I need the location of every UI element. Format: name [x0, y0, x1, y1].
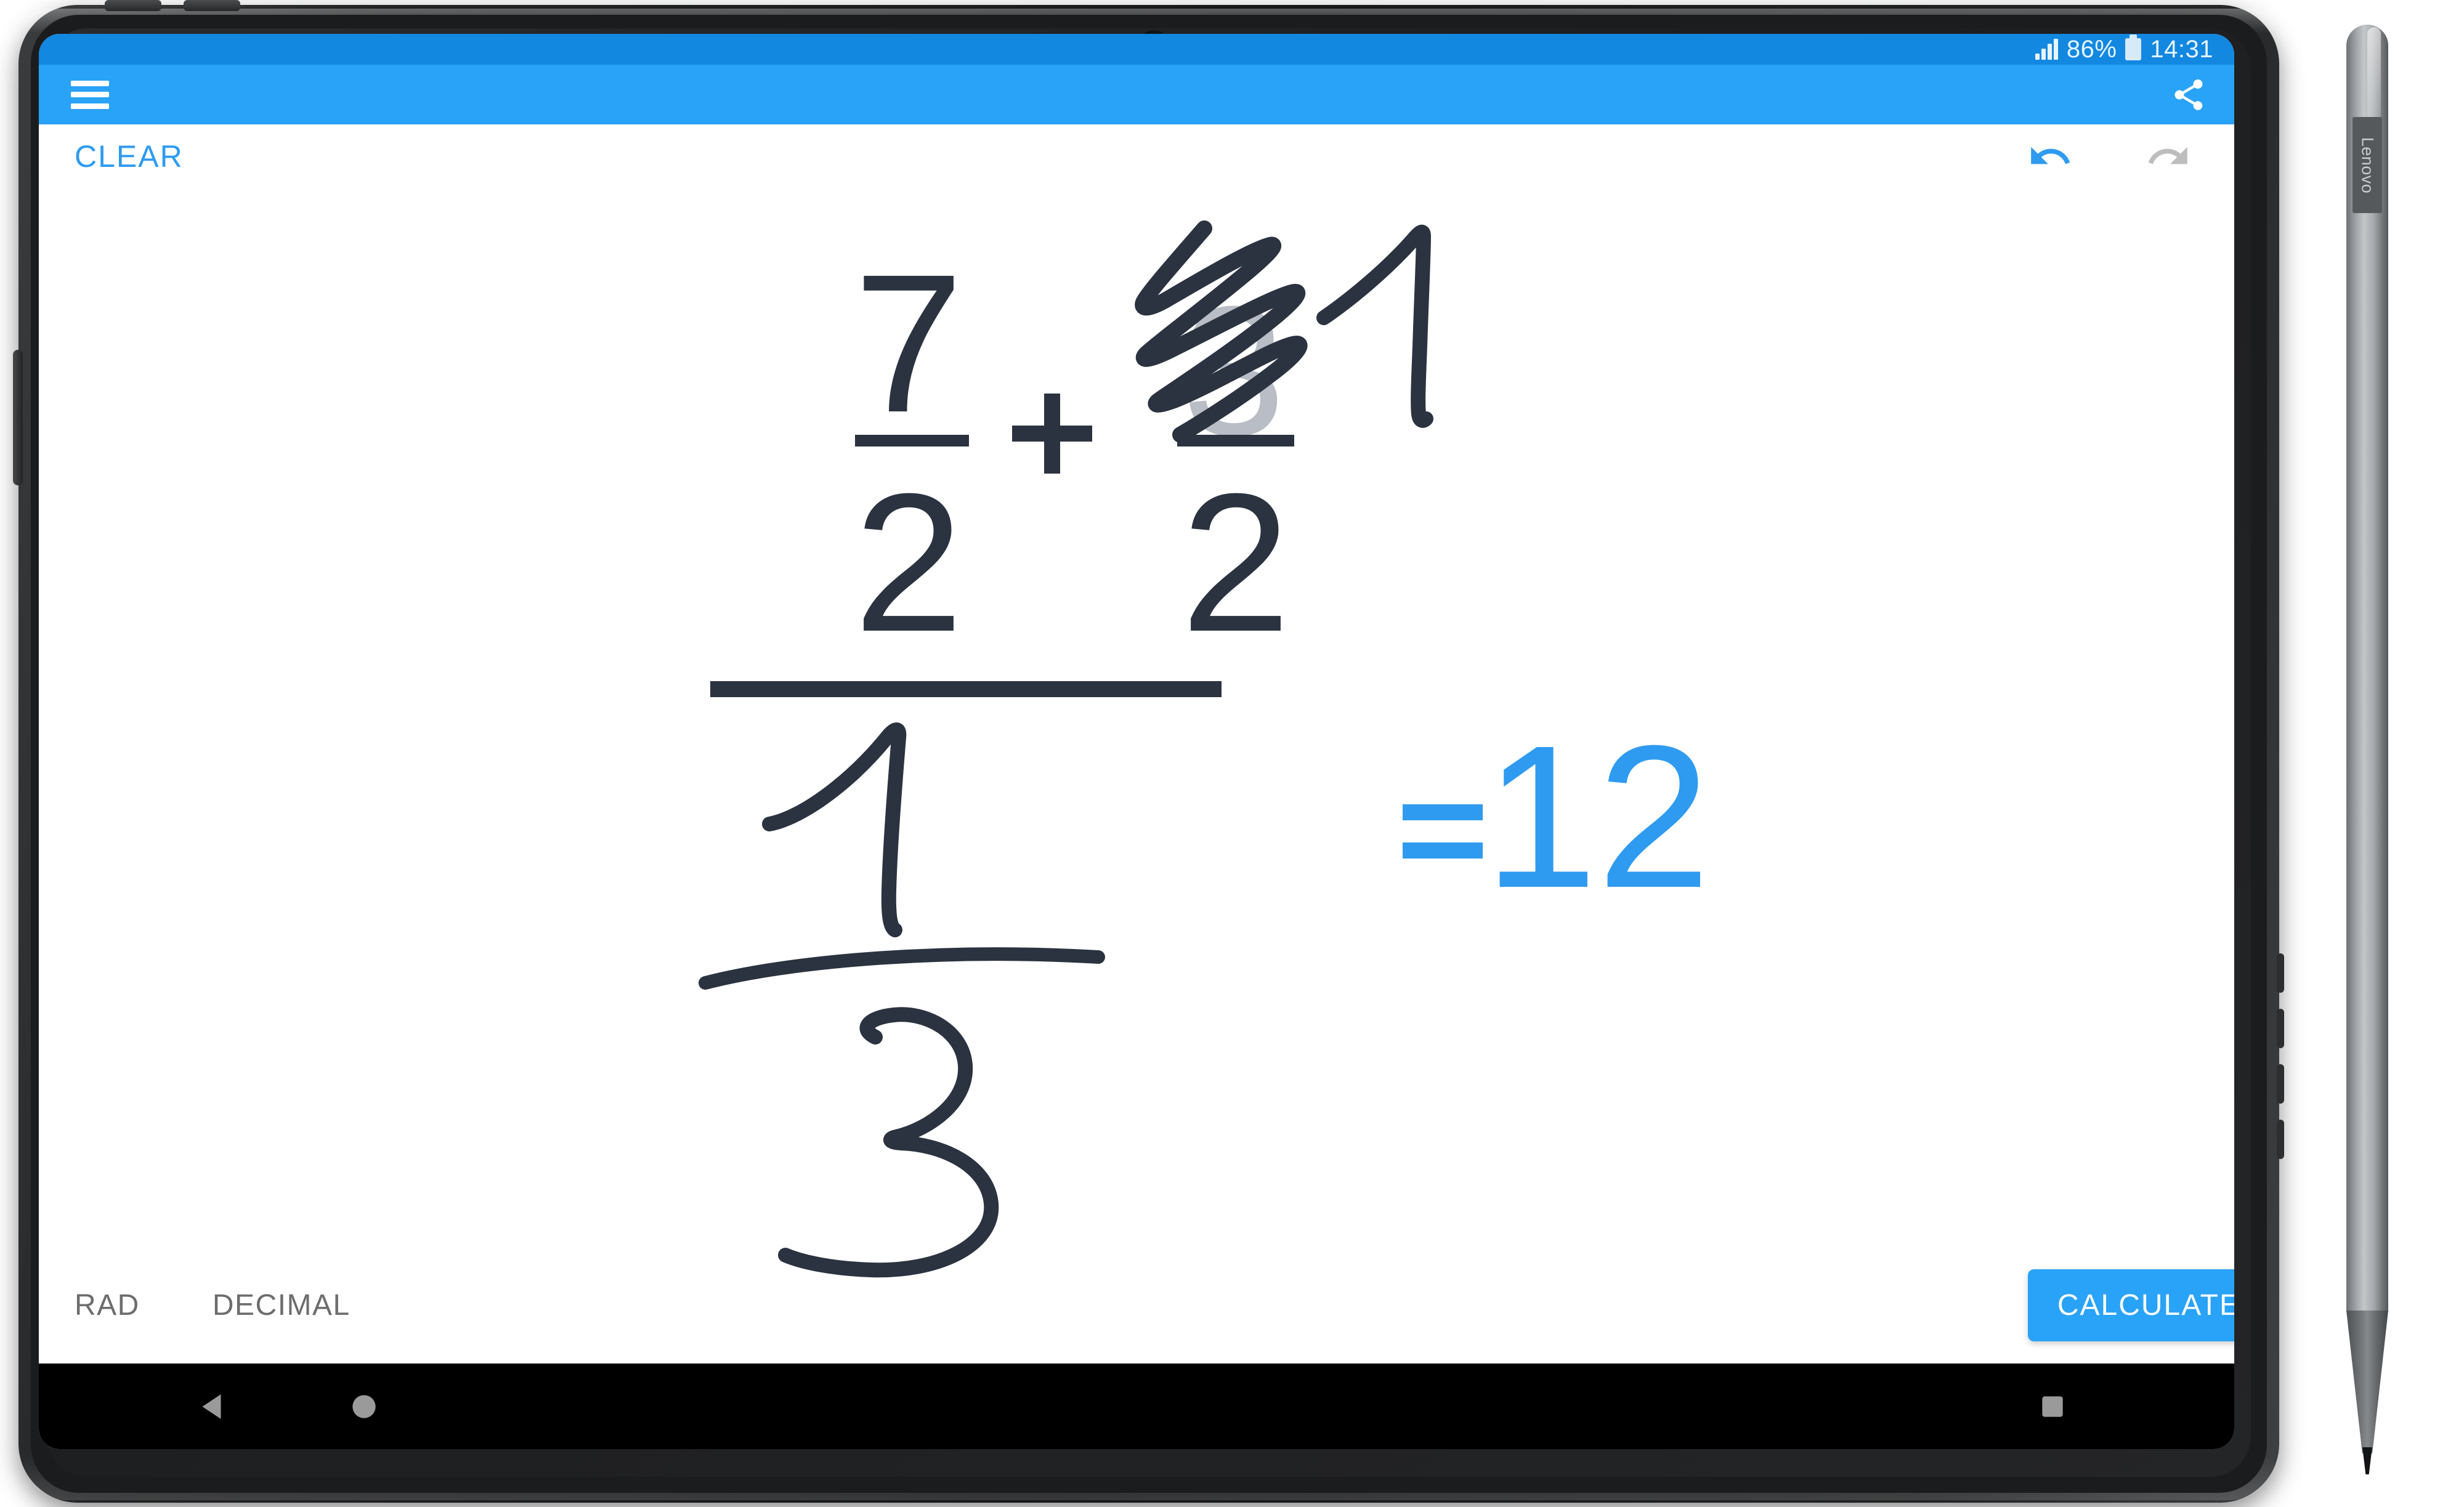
fraction-bar-right: [1177, 435, 1294, 446]
equals-bar-top: [1403, 804, 1483, 820]
tablet-device: 86% 14:31 CLEAR 3 7 2 2 12 RAD DECIMAL C…: [13, 0, 2284, 1503]
action-row: CLEAR: [39, 124, 2234, 188]
handwritten-fraction-line: [699, 947, 1105, 990]
battery-percent-label: 86%: [2066, 36, 2117, 63]
handwriting-canvas[interactable]: 3 7 2 2 12 RAD DECIMAL CALCULATE: [39, 188, 2234, 1364]
volume-button[interactable]: [184, 0, 240, 11]
back-triangle-icon[interactable]: [195, 1388, 232, 1425]
undo-redo-group: [2027, 134, 2202, 179]
share-icon[interactable]: [2170, 76, 2207, 113]
denominator-2-left: 2: [854, 452, 963, 673]
bottom-bar: RAD DECIMAL CALCULATE: [39, 1247, 2234, 1364]
battery-icon: [2125, 34, 2142, 60]
android-nav-bar: [39, 1364, 2234, 1449]
handwritten-digit-1-numerator: [1316, 224, 1433, 428]
speaker-vent: [2277, 1120, 2284, 1159]
signal-bars-icon: [2035, 39, 2058, 60]
plus-vertical: [1044, 394, 1060, 474]
numerator-7: 7: [854, 233, 963, 453]
stylus-brand-label: Lenovo: [2358, 137, 2377, 193]
recents-square-icon[interactable]: [2037, 1391, 2068, 1422]
speaker-vent: [2277, 1009, 2284, 1048]
mode-group: RAD DECIMAL: [75, 1288, 351, 1322]
math-expression-ink: 3 7 2 2 12: [699, 220, 1711, 1278]
undo-arrow-icon[interactable]: [2027, 134, 2073, 179]
power-button[interactable]: [105, 0, 161, 11]
result-value: 12: [1484, 703, 1710, 930]
speaker-vent: [2277, 1064, 2284, 1104]
calculate-button[interactable]: CALCULATE: [2027, 1269, 2234, 1341]
side-button[interactable]: [13, 350, 23, 485]
angle-mode-button[interactable]: RAD: [75, 1288, 140, 1322]
stylus-pen[interactable]: Lenovo: [2330, 25, 2404, 1478]
clock-label: 14:31: [2150, 36, 2213, 63]
speaker-vent: [2277, 953, 2284, 993]
status-bar: 86% 14:31: [39, 34, 2234, 65]
main-fraction-bar: [710, 681, 1222, 697]
equals-bar-bottom: [1403, 842, 1483, 859]
number-mode-button[interactable]: DECIMAL: [213, 1288, 351, 1322]
app-bar: [39, 65, 2234, 124]
stylus-body: [2346, 25, 2388, 1312]
fraction-bar-left: [855, 435, 969, 446]
denominator-2-right: 2: [1181, 452, 1291, 673]
stylus-brand-logo: Lenovo: [2353, 117, 2382, 213]
hamburger-menu-icon[interactable]: [71, 80, 109, 109]
handwritten-digit-3: [778, 1007, 999, 1278]
handwritten-digit-1-denominator: [762, 722, 907, 937]
tablet-screen: 86% 14:31 CLEAR 3 7 2 2 12 RAD DECIMAL C…: [39, 34, 2234, 1449]
stylus-cone: [2346, 1311, 2388, 1453]
clear-button[interactable]: CLEAR: [75, 139, 184, 174]
redo-arrow-icon: [2148, 147, 2187, 164]
home-circle-icon[interactable]: [347, 1389, 381, 1424]
